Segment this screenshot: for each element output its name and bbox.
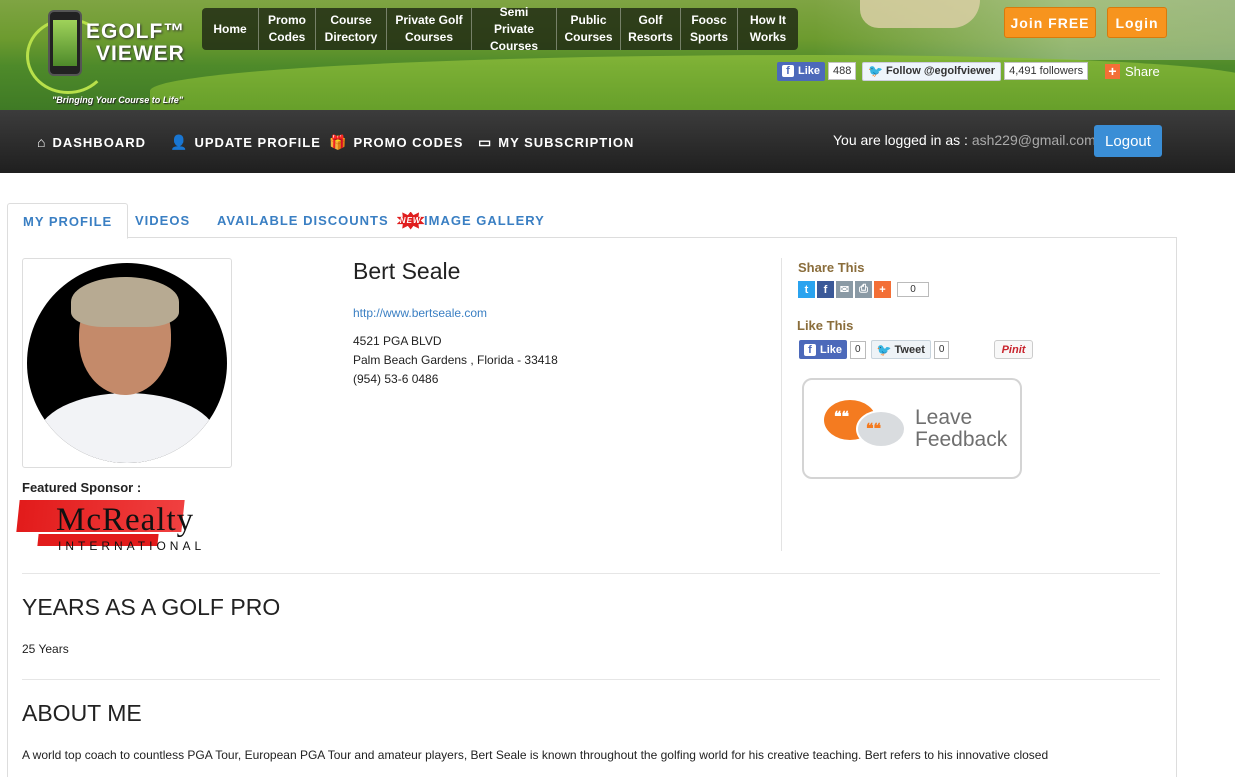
tab-discounts-label: AVAILABLE DISCOUNTS: [217, 213, 389, 228]
logo-text-line1: EGOLF™: [86, 20, 186, 43]
logged-in-label: You are logged in as :: [833, 132, 972, 148]
nav-update-profile-label: UPDATE PROFILE: [194, 135, 321, 150]
addthis-plus-icon: +: [1105, 63, 1120, 79]
topnav-foosc-sports[interactable]: Foosc Sports: [681, 8, 738, 50]
tab-my-profile[interactable]: MY PROFILE: [7, 203, 129, 239]
about-me-text: A world top coach to countless PGA Tour,…: [22, 748, 1049, 762]
address-line2: Palm Beach Gardens , Florida - 33418: [353, 353, 558, 367]
section-divider: [22, 573, 1160, 574]
topnav-course-directory[interactable]: Course Directory: [316, 8, 387, 50]
logo-tagline: "Bringing Your Course to Life": [52, 95, 184, 105]
nav-dashboard[interactable]: ⌂ DASHBOARD: [37, 134, 146, 150]
like-this-title: Like This: [797, 318, 854, 333]
topnav-private-golf-courses[interactable]: Private Golf Courses: [387, 8, 472, 50]
header-bunker: [860, 0, 980, 28]
join-free-button[interactable]: Join FREE: [1004, 7, 1096, 38]
like-buttons-row: f Like 0 🐦 Tweet 0: [799, 340, 950, 359]
twitter-bird-icon: 🐦: [868, 64, 883, 78]
addthis-share-icon[interactable]: +: [874, 281, 891, 298]
email-share-icon[interactable]: ✉: [836, 281, 853, 298]
facebook-icon: f: [782, 65, 794, 77]
column-divider: [781, 258, 782, 551]
sponsor-subtitle: INTERNATIONAL: [58, 539, 206, 553]
section-divider: [22, 679, 1160, 680]
facebook-like-button-2[interactable]: f Like: [799, 340, 848, 359]
topnav-golf-resorts[interactable]: Golf Resorts: [621, 8, 681, 50]
nav-promo-codes-label: PROMO CODES: [353, 135, 464, 150]
tab-videos[interactable]: VIDEOS: [135, 203, 190, 238]
facebook-like-count: 488: [828, 62, 857, 80]
dashboard-nav: ⌂ DASHBOARD 👤 UPDATE PROFILE 🎁 PROMO CODES …: [0, 110, 1235, 173]
site-logo[interactable]: EGOLF™ VIEWER "Bringing Your Course to L…: [22, 8, 192, 106]
sponsor-name: McRealty: [56, 502, 195, 538]
phone-icon: [48, 10, 82, 76]
nav-my-subscription[interactable]: ▭ MY SUBSCRIPTION: [478, 134, 634, 151]
facebook-share-icon[interactable]: f: [817, 281, 834, 298]
share-icons: t f ✉ ⎙ + 0: [798, 281, 929, 298]
feedback-label: Leave Feedback: [915, 406, 1008, 451]
nav-update-profile[interactable]: 👤 UPDATE PROFILE: [170, 134, 321, 151]
tweet-count: 0: [933, 340, 950, 359]
nav-subscription-label: MY SUBSCRIPTION: [498, 135, 635, 150]
topnav-promo-codes[interactable]: Promo Codes: [259, 8, 316, 50]
address-line1: 4521 PGA BLVD: [353, 334, 442, 348]
profile-photo: [22, 258, 232, 468]
home-icon: ⌂: [37, 134, 47, 150]
profile-name: Bert Seale: [353, 258, 461, 284]
sponsor-logo[interactable]: McRealty INTERNATIONAL: [16, 496, 268, 558]
header-facebook-like: f Like 488: [777, 61, 857, 81]
tab-available-discounts[interactable]: AVAILABLE DISCOUNTS NEW: [217, 203, 425, 238]
share-label: Share: [1125, 63, 1160, 79]
pinit-button[interactable]: Pinit: [994, 340, 1033, 359]
print-share-icon[interactable]: ⎙: [855, 281, 872, 298]
tweet-label: Tweet: [894, 343, 925, 356]
facebook-icon: f: [804, 343, 816, 356]
login-button[interactable]: Login: [1107, 7, 1167, 38]
logout-button[interactable]: Logout: [1094, 125, 1162, 157]
share-this-title: Share This: [798, 260, 865, 275]
logo-text-line2: VIEWER: [96, 42, 185, 65]
years-pro-value: 25 Years: [22, 642, 69, 656]
credit-card-icon: ▭: [478, 134, 493, 150]
profile-tabs: MY PROFILE VIDEOS AVAILABLE DISCOUNTS NEW…: [7, 203, 1177, 239]
tab-image-gallery[interactable]: IMAGE GALLERY: [424, 203, 545, 238]
facebook-like-count-2: 0: [850, 340, 866, 359]
years-pro-heading: YEARS AS A GOLF PRO: [22, 594, 281, 620]
topnav-public-courses[interactable]: Public Courses: [557, 8, 621, 50]
leave-feedback-button[interactable]: ❝❝ ❝❝ Leave Feedback: [802, 378, 1022, 479]
follow-label: Follow @egolfviewer: [885, 65, 996, 77]
new-badge: NEW: [396, 211, 425, 230]
featured-sponsor-label: Featured Sponsor :: [22, 480, 142, 495]
share-count: 0: [897, 282, 929, 297]
user-email: ash229@gmail.com: [971, 132, 1096, 148]
about-me-heading: ABOUT ME: [22, 700, 142, 726]
twitter-follow-button[interactable]: 🐦 Follow @egolfviewer: [862, 61, 1002, 81]
logged-in-status: You are logged in as : ash229@gmail.com: [833, 132, 1096, 148]
tweet-button[interactable]: 🐦 Tweet: [870, 340, 931, 359]
like-label: Like: [798, 65, 821, 77]
nav-promo-codes[interactable]: 🎁 PROMO CODES: [329, 134, 463, 151]
user-icon: 👤: [170, 134, 189, 150]
facebook-like-button[interactable]: f Like: [777, 61, 826, 81]
header-share[interactable]: + Share: [1105, 61, 1160, 81]
header-twitter-follow: 🐦 Follow @egolfviewer 4,491 followers: [862, 61, 1089, 81]
topnav-home[interactable]: Home: [202, 8, 259, 50]
topnav-how-it-works[interactable]: How It Works: [738, 8, 798, 50]
twitter-followers-count: 4,491 followers: [1004, 62, 1089, 80]
topnav-semi-private-courses[interactable]: Semi Private Courses: [472, 5, 557, 53]
twitter-share-icon[interactable]: t: [798, 281, 815, 298]
twitter-bird-icon: 🐦: [876, 342, 892, 357]
nav-dashboard-label: DASHBOARD: [52, 134, 146, 150]
site-header: EGOLF™ VIEWER "Bringing Your Course to L…: [0, 0, 1235, 110]
profile-avatar: [27, 263, 227, 463]
like-label-2: Like: [820, 343, 843, 356]
top-navigation: Home Promo Codes Course Directory Private …: [202, 5, 798, 53]
website-link[interactable]: http://www.bertseale.com: [353, 306, 487, 320]
gift-icon: 🎁: [329, 134, 348, 150]
phone-number: (954) 53-6 0486: [353, 372, 439, 386]
